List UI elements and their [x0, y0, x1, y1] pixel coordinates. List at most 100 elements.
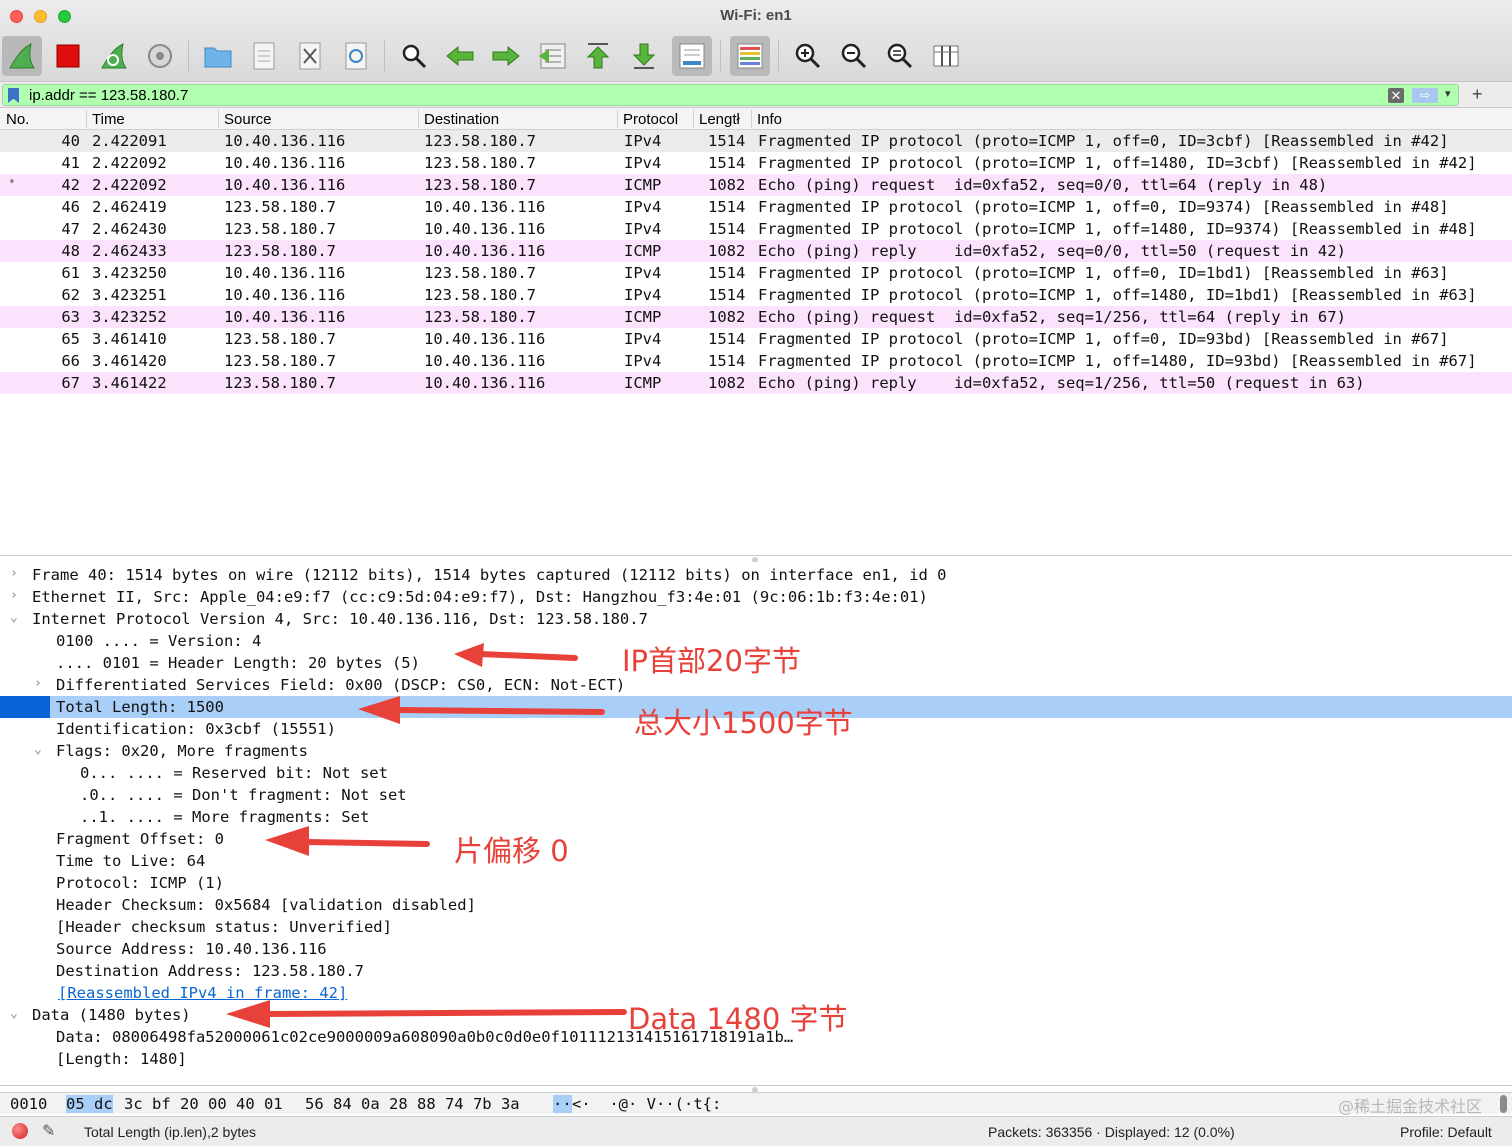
- packet-info: Echo (ping) reply id=0xfa52, seq=0/0, tt…: [758, 242, 1346, 260]
- expand-chevron-icon[interactable]: ›: [10, 566, 18, 581]
- bytes-scrollbar[interactable]: [1500, 1095, 1507, 1113]
- autoscroll-icon[interactable]: [672, 36, 712, 76]
- packet-no: 62: [61, 286, 80, 304]
- packet-protocol: IPv4: [624, 352, 662, 370]
- detail-row[interactable]: ⌄ Flags: 0x20, More fragments: [0, 740, 1512, 762]
- go-back-icon[interactable]: [440, 36, 480, 76]
- packet-time: 2.462430: [92, 220, 167, 238]
- detail-row[interactable]: ..1. .... = More fragments: Set: [0, 806, 1512, 828]
- title-bar: Wi-Fi: en1: [0, 0, 1512, 32]
- packet-row[interactable]: 40 2.422091 10.40.136.116 123.58.180.7 IPv4 1…: [0, 130, 1512, 152]
- status-profile[interactable]: Profile: Default: [1400, 1124, 1492, 1140]
- packet-info: Fragmented IP protocol (proto=ICMP 1, of…: [758, 198, 1449, 216]
- detail-text: Time to Live: 64: [56, 852, 206, 870]
- zoom-normal-icon[interactable]: [880, 36, 920, 76]
- close-file-icon[interactable]: [290, 36, 330, 76]
- restart-capture-icon[interactable]: [94, 36, 134, 76]
- annotation-arrow-data: [226, 1000, 627, 1028]
- detail-row[interactable]: [Length: 1480]: [0, 1048, 1512, 1070]
- bookmark-icon[interactable]: [8, 88, 19, 103]
- go-last-icon[interactable]: [624, 36, 664, 76]
- save-file-icon[interactable]: [244, 36, 284, 76]
- apply-filter-icon[interactable]: ⇨: [1412, 88, 1438, 103]
- display-filter-text[interactable]: ip.addr == 123.58.180.7: [29, 87, 188, 104]
- packet-time: 3.423252: [92, 308, 167, 326]
- detail-row[interactable]: Protocol: ICMP (1): [0, 872, 1512, 894]
- detail-row[interactable]: 0... .... = Reserved bit: Not set: [0, 762, 1512, 784]
- open-file-icon[interactable]: [198, 36, 238, 76]
- packet-row[interactable]: 63 3.423252 10.40.136.116 123.58.180.7 ICMP 1…: [0, 306, 1512, 328]
- add-filter-button[interactable]: +: [1472, 84, 1483, 105]
- detail-row[interactable]: [Header checksum status: Unverified]: [0, 916, 1512, 938]
- packet-destination: 10.40.136.116: [424, 198, 546, 216]
- packet-length: 1514: [708, 264, 746, 282]
- packet-source: 123.58.180.7: [224, 198, 336, 216]
- detail-row[interactable]: Destination Address: 123.58.180.7: [0, 960, 1512, 982]
- detail-row[interactable]: › Frame 40: 1514 bytes on wire (12112 bit…: [0, 564, 1512, 586]
- packet-list: No. Time Source Destination Protocol Len…: [0, 108, 1512, 556]
- packet-row[interactable]: 46 2.462419 123.58.180.7 10.40.136.116 IPv4 1…: [0, 196, 1512, 218]
- column-header-source[interactable]: Source: [224, 111, 272, 128]
- hex-selected-bytes[interactable]: 05 dc: [66, 1095, 113, 1113]
- go-forward-icon[interactable]: [486, 36, 526, 76]
- expand-chevron-icon[interactable]: ›: [34, 676, 42, 691]
- detail-text: Source Address: 10.40.136.116: [56, 940, 327, 958]
- stop-capture-icon[interactable]: [48, 36, 88, 76]
- expert-info-icon[interactable]: [12, 1123, 28, 1139]
- packet-row[interactable]: 41 2.422092 10.40.136.116 123.58.180.7 IPv4 1…: [0, 152, 1512, 174]
- annotation-arrow-offset: [265, 826, 430, 856]
- packet-time: 2.422092: [92, 154, 167, 172]
- go-to-packet-icon[interactable]: [532, 36, 572, 76]
- detail-row[interactable]: Fragment Offset: 0: [0, 828, 1512, 850]
- zoom-in-icon[interactable]: [788, 36, 828, 76]
- packet-row[interactable]: 65 3.461410 123.58.180.7 10.40.136.116 IPv4 1…: [0, 328, 1512, 350]
- detail-row[interactable]: ⌄ Internet Protocol Version 4, Src: 10.40…: [0, 608, 1512, 630]
- find-packet-icon[interactable]: [394, 36, 434, 76]
- go-first-icon[interactable]: [578, 36, 618, 76]
- packet-time: 2.462419: [92, 198, 167, 216]
- packet-row[interactable]: • 42 2.422092 10.40.136.116 123.58.180.7 ICMP…: [0, 174, 1512, 196]
- detail-row[interactable]: › Ethernet II, Src: Apple_04:e9:f7 (cc:c9…: [0, 586, 1512, 608]
- column-header-destination[interactable]: Destination: [424, 111, 499, 128]
- zoom-out-icon[interactable]: [834, 36, 874, 76]
- detail-row[interactable]: Source Address: 10.40.136.116: [0, 938, 1512, 960]
- expand-chevron-icon[interactable]: ›: [10, 588, 18, 603]
- packet-time: 2.422092: [92, 176, 167, 194]
- column-header-time[interactable]: Time: [92, 111, 125, 128]
- reload-file-icon[interactable]: [336, 36, 376, 76]
- column-header-length[interactable]: Lengtł: [699, 111, 749, 128]
- packet-protocol: IPv4: [624, 286, 662, 304]
- collapse-chevron-icon[interactable]: ⌄: [10, 1006, 18, 1021]
- capture-comment-icon[interactable]: ✎: [42, 1121, 55, 1141]
- start-capture-icon[interactable]: [2, 36, 42, 76]
- column-header-info[interactable]: Info: [757, 111, 782, 128]
- column-header-protocol[interactable]: Protocol: [623, 111, 678, 128]
- hex-bytes-group-1[interactable]: 3c bf 20 00 40 01: [124, 1095, 283, 1113]
- packet-row[interactable]: 47 2.462430 123.58.180.7 10.40.136.116 IPv4 1…: [0, 218, 1512, 240]
- detail-text: Protocol: ICMP (1): [56, 874, 224, 892]
- column-header-no[interactable]: No.: [6, 111, 29, 128]
- capture-options-icon[interactable]: [140, 36, 180, 76]
- detail-text: Frame 40: 1514 bytes on wire (12112 bits…: [32, 566, 947, 584]
- packet-row[interactable]: 48 2.462433 123.58.180.7 10.40.136.116 ICMP 1…: [0, 240, 1512, 262]
- display-filter-input[interactable]: ip.addr == 123.58.180.7 ✕ ⇨ ▾: [2, 84, 1459, 106]
- detail-row[interactable]: Header Checksum: 0x5684 [validation disa…: [0, 894, 1512, 916]
- detail-text: .... 0101 = Header Length: 20 bytes (5): [56, 654, 420, 672]
- clear-filter-icon[interactable]: ✕: [1388, 88, 1404, 103]
- filter-history-dropdown-icon[interactable]: ▾: [1445, 87, 1451, 100]
- packet-time: 3.423250: [92, 264, 167, 282]
- resize-columns-icon[interactable]: [926, 36, 966, 76]
- packet-row[interactable]: 61 3.423250 10.40.136.116 123.58.180.7 IPv4 1…: [0, 262, 1512, 284]
- detail-row[interactable]: Time to Live: 64: [0, 850, 1512, 872]
- ascii-selected[interactable]: ··: [553, 1095, 572, 1113]
- packet-row[interactable]: 66 3.461420 123.58.180.7 10.40.136.116 IPv4 1…: [0, 350, 1512, 372]
- collapse-chevron-icon[interactable]: ⌄: [34, 742, 42, 757]
- packet-no: 63: [61, 308, 80, 326]
- hex-bytes-group-2[interactable]: 56 84 0a 28 88 74 7b 3a: [305, 1095, 520, 1113]
- detail-row[interactable]: .0.. .... = Don't fragment: Not set: [0, 784, 1512, 806]
- packet-row[interactable]: 67 3.461422 123.58.180.7 10.40.136.116 ICMP 1…: [0, 372, 1512, 394]
- ascii-rest[interactable]: <· ·@· V··(·t{:: [572, 1095, 721, 1113]
- collapse-chevron-icon[interactable]: ⌄: [10, 610, 18, 625]
- colorize-icon[interactable]: [730, 36, 770, 76]
- packet-row[interactable]: 62 3.423251 10.40.136.116 123.58.180.7 IPv4 1…: [0, 284, 1512, 306]
